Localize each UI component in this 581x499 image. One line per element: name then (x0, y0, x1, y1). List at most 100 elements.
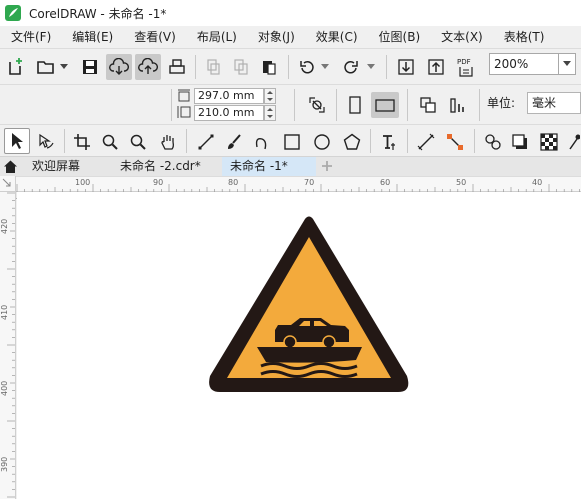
menu-text[interactable]: 文本(X) (430, 26, 493, 48)
ruler-corner[interactable] (0, 176, 16, 192)
rectangle-tool-button[interactable] (280, 130, 304, 154)
tab-untitled-2[interactable]: 未命名 -2.cdr* (112, 157, 220, 177)
vertical-ruler-ticks (7, 192, 15, 498)
menu-edit[interactable]: 编辑(E) (61, 26, 123, 48)
new-document-button[interactable] (4, 55, 28, 79)
import-button[interactable] (394, 55, 418, 79)
chevron-down-icon (563, 61, 571, 66)
page-height-spinner[interactable] (264, 105, 276, 121)
page-width-input[interactable]: 297.0 mm (194, 88, 264, 104)
redo-icon (344, 61, 358, 74)
undo-button[interactable] (296, 55, 318, 79)
redo-dropdown-button[interactable] (366, 59, 376, 75)
import-icon (398, 59, 414, 75)
menu-layout[interactable]: 布局(L) (186, 26, 247, 48)
portrait-button[interactable] (344, 93, 366, 117)
ruler-label: 90 (153, 178, 164, 187)
open-button[interactable] (34, 55, 58, 79)
zoom-level-input[interactable]: 200% (489, 53, 559, 75)
new-tab-button[interactable] (317, 157, 339, 177)
shape-tool-button[interactable] (34, 130, 58, 154)
toolbar-separator (386, 55, 387, 79)
ruler-label: 70 (304, 178, 315, 187)
window-title: CorelDRAW - 未命名 -1* (29, 6, 167, 21)
coreldraw-logo-icon (5, 5, 21, 21)
toolbar-separator (288, 55, 289, 79)
cloud-download-button[interactable] (106, 54, 132, 80)
chevron-down-icon (60, 64, 68, 69)
cut-button[interactable] (202, 55, 224, 79)
chevron-down-icon (321, 64, 329, 69)
connector-tool-button[interactable] (443, 130, 467, 154)
save-button[interactable] (78, 55, 102, 79)
landscape-button[interactable] (371, 92, 399, 118)
blend-tool-button[interactable] (481, 130, 505, 154)
home-icon (4, 160, 17, 173)
ellipse-tool-button[interactable] (310, 130, 334, 154)
export-button[interactable] (424, 55, 448, 79)
portrait-page-icon (349, 96, 361, 114)
ruler-label: 420 (0, 218, 9, 234)
dimension-tool-button[interactable] (414, 130, 438, 154)
crop-tool-button[interactable] (70, 130, 94, 154)
zoom-out-tool-button[interactable] (126, 130, 150, 154)
eyedropper-tool-button[interactable] (566, 130, 581, 154)
polygon-icon (343, 133, 361, 150)
zoom-dropdown-button[interactable] (559, 53, 576, 75)
current-page-button[interactable] (446, 93, 470, 117)
all-pages-button[interactable] (416, 93, 440, 117)
units-select[interactable]: 毫米 (527, 92, 581, 114)
ferry-hull-icon (257, 347, 362, 363)
freehand-tool-button[interactable] (194, 130, 218, 154)
page-width-spinner[interactable] (264, 88, 276, 104)
print-button[interactable] (165, 55, 189, 79)
copy-button[interactable] (230, 55, 252, 79)
pages-icon (420, 97, 436, 113)
pick-tool-button[interactable] (4, 128, 30, 154)
pen-tool-button[interactable] (250, 130, 274, 154)
paste-button[interactable] (258, 55, 280, 79)
tab-untitled-1[interactable]: 未命名 -1* (222, 157, 316, 177)
home-button[interactable] (0, 157, 22, 177)
pan-tool-button[interactable] (156, 130, 180, 154)
ruler-label: 390 (0, 456, 9, 472)
pdf-icon: PDF (457, 58, 473, 77)
vertical-ruler[interactable]: 420 410 400 390 (0, 192, 16, 499)
page-width-icon (178, 89, 190, 102)
redo-button[interactable] (340, 55, 362, 79)
tab-welcome-screen[interactable]: 欢迎屏幕 (24, 157, 110, 177)
drawing-canvas[interactable] (17, 192, 581, 499)
polygon-tool-button[interactable] (340, 130, 364, 154)
toolbar-separator (186, 129, 187, 153)
toolbar-separator (474, 129, 475, 153)
text-tool-button[interactable] (377, 130, 401, 154)
undo-dropdown-button[interactable] (320, 59, 330, 75)
cloud-upload-button[interactable] (135, 54, 161, 80)
menu-object[interactable]: 对象(J) (247, 26, 305, 48)
menu-file[interactable]: 文件(F) (0, 26, 61, 48)
page-orientation-auto-button[interactable] (305, 93, 329, 117)
hand-icon (161, 135, 174, 150)
open-dropdown-button[interactable] (58, 59, 70, 75)
menu-effects[interactable]: 效果(C) (305, 26, 368, 48)
horizontal-ruler[interactable]: 100 90 80 70 60 50 40 (16, 176, 581, 192)
shape-node-icon (39, 133, 54, 149)
rectangle-icon (284, 134, 300, 150)
artistic-media-tool-button[interactable] (222, 130, 246, 154)
menu-table[interactable]: 表格(T) (493, 26, 555, 48)
transparency-tool-button[interactable] (537, 130, 561, 154)
page-height-input[interactable]: 210.0 mm (194, 105, 264, 121)
toolbar-separator (407, 129, 408, 153)
publish-pdf-button[interactable]: PDF (454, 54, 478, 80)
toolbar-separator (336, 89, 337, 121)
toolbox (0, 124, 581, 156)
pointer-arrow-icon (12, 133, 23, 149)
drop-shadow-icon (512, 134, 527, 149)
parallel-dimension-icon (417, 133, 435, 151)
menu-view[interactable]: 查看(V) (123, 26, 186, 48)
ruler-label: 400 (0, 380, 9, 396)
menu-bitmap[interactable]: 位图(B) (368, 26, 431, 48)
zoom-tool-button[interactable] (98, 130, 122, 154)
ferry-warning-sign[interactable] (17, 192, 581, 499)
drop-shadow-tool-button[interactable] (508, 130, 532, 154)
